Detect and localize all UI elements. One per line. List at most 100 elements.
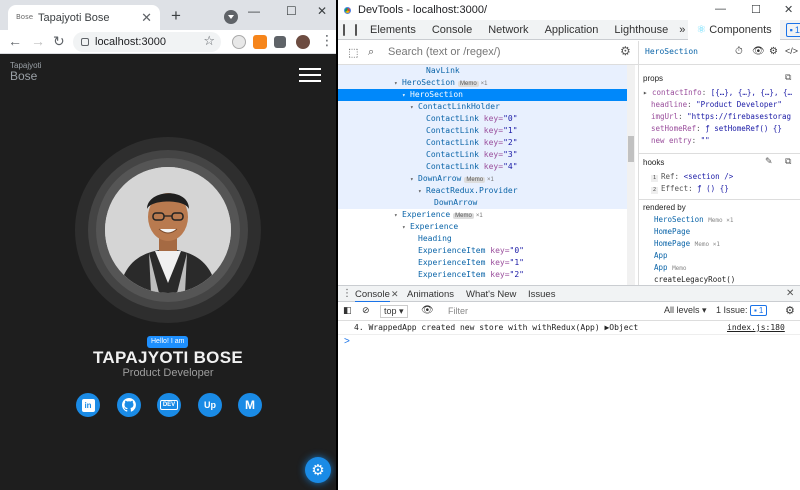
drawer-tab-console[interactable]: Console <box>355 289 390 303</box>
dev-link[interactable]: DEV <box>157 393 181 417</box>
component-tree[interactable]: NavLink ▾ HeroSection Memo ×1 ▾ HeroSection ▾ Co… <box>338 65 628 285</box>
device-toolbar-icon[interactable] <box>355 23 357 36</box>
tab-elements[interactable]: Elements <box>362 20 424 40</box>
back-icon[interactable]: ← <box>8 33 22 49</box>
copy-hooks-icon[interactable]: ⧉ <box>785 156 791 167</box>
drawer-tab-animations[interactable]: Animations <box>407 289 454 300</box>
rendered-by-item[interactable]: HeroSection Memo ×1 <box>654 215 733 224</box>
minimize-icon[interactable]: — <box>248 4 260 18</box>
issues-badge[interactable]: ▪ 1 <box>785 22 800 37</box>
site-logo[interactable]: Tapajyoti Bose <box>10 62 42 83</box>
console-message[interactable]: 4. WrappedApp created new store with wit… <box>354 323 638 332</box>
console-settings-gear-icon[interactable]: ⚙ <box>785 304 795 317</box>
select-element-icon[interactable]: ⬚ <box>348 46 358 59</box>
drawer-tab-issues[interactable]: Issues <box>528 289 555 300</box>
tree-row[interactable]: DownArrow <box>338 197 628 209</box>
prop-row[interactable]: headline: "Product Developer" <box>651 100 782 109</box>
reload-icon[interactable]: ↻ <box>53 33 65 50</box>
drawer-menu-icon[interactable]: ⋮ <box>342 288 352 299</box>
tree-row[interactable]: ▾ HeroSection Memo ×1 <box>338 77 628 89</box>
medium-link[interactable]: M <box>238 393 262 417</box>
parse-hooks-icon[interactable]: ✎ <box>765 156 773 167</box>
log-data-icon[interactable]: ⚙ <box>769 46 778 57</box>
live-expression-eye-icon[interactable]: 👁 <box>421 305 434 316</box>
console-source-link[interactable]: index.js:180 <box>727 323 785 332</box>
tree-row[interactable]: ▾ ReactRedux.Provider <box>338 185 628 197</box>
view-source-icon[interactable]: </> <box>785 46 798 56</box>
suspend-icon[interactable]: ⏱ <box>735 46 743 57</box>
prop-row[interactable]: setHomeRef: ƒ setHomeRef() {} <box>651 124 782 133</box>
tree-row[interactable]: ContactLink key="2" <box>338 137 628 149</box>
browser-menu-icon[interactable]: ⋮ <box>320 32 334 49</box>
close-drawer-icon[interactable]: ✕ <box>786 288 794 299</box>
inspect-element-icon[interactable] <box>343 23 345 36</box>
new-tab-button[interactable]: + <box>171 6 181 26</box>
profile-avatar[interactable] <box>296 35 310 49</box>
tab-lighthouse[interactable]: Lighthouse <box>606 20 676 40</box>
expand-arrow-icon[interactable]: ▸ <box>643 88 652 97</box>
tree-row[interactable]: Heading <box>338 233 628 245</box>
rendered-by-item[interactable]: createLegacyRoot() <box>654 275 735 284</box>
hook-row[interactable]: 2 Effect: ƒ () {} <box>651 184 729 194</box>
clear-console-icon[interactable]: ⊘ <box>362 305 370 316</box>
address-bar[interactable]: localhost:3000 ☆ <box>73 32 221 52</box>
tree-row[interactable]: ExperienceItem key="2" <box>338 269 628 281</box>
linkedin-link[interactable]: in <box>76 393 100 417</box>
tree-scrollbar[interactable] <box>627 65 635 285</box>
console-filter-input[interactable]: Filter <box>448 306 468 316</box>
tree-row[interactable]: ▾ Experience Memo ×1 <box>338 209 628 221</box>
close-window-icon[interactable]: ✕ <box>784 3 793 16</box>
tree-row[interactable]: ContactLink key="4" <box>338 161 628 173</box>
tree-row[interactable]: ContactLink key="3" <box>338 149 628 161</box>
console-prompt[interactable]: > <box>344 336 350 347</box>
prop-row[interactable]: new entry: "" <box>651 136 710 145</box>
tree-row[interactable]: ▾ ContactLinkHolder <box>338 101 628 113</box>
upwork-link[interactable]: Up <box>198 393 222 417</box>
hook-row[interactable]: 1 Ref: <section /> <box>651 172 733 182</box>
close-window-icon[interactable]: ✕ <box>317 4 327 18</box>
bookmark-star-icon[interactable]: ☆ <box>203 33 215 49</box>
tree-row[interactable]: ▾ Experience <box>338 221 628 233</box>
prop-row[interactable]: ▸ contactInfo: [{…}, {…}, {…}, {… <box>643 88 792 97</box>
rendered-by-item[interactable]: HomePage <box>654 227 690 236</box>
log-levels-dropdown[interactable]: All levels ▾ <box>664 305 707 316</box>
extension-ghost-icon[interactable] <box>232 35 246 49</box>
tree-row[interactable]: ▾ HeroSection <box>338 89 628 101</box>
extensions-puzzle-icon[interactable] <box>274 36 286 48</box>
forward-icon[interactable]: → <box>31 33 45 49</box>
settings-fab[interactable]: ⚙ <box>305 457 331 483</box>
show-sidebar-icon[interactable]: ◧ <box>343 305 352 316</box>
prop-row[interactable]: imgUrl: "https://firebasestorag <box>651 112 791 121</box>
browser-tab[interactable]: Bose Tapajyoti Bose ✕ <box>8 5 160 30</box>
tree-row[interactable]: NavLink <box>338 65 628 77</box>
drawer-tab-whats-new[interactable]: What's New <box>466 289 516 300</box>
site-info-icon[interactable] <box>81 38 89 46</box>
hamburger-menu-icon[interactable] <box>299 68 321 82</box>
minimize-icon[interactable]: — <box>715 3 726 15</box>
rendered-by-item[interactable]: HomePage Memo ×1 <box>654 239 720 248</box>
maximize-icon[interactable]: ☐ <box>286 4 297 18</box>
metamask-icon[interactable] <box>253 35 267 49</box>
view-settings-icon[interactable]: ⚙ <box>620 44 631 58</box>
close-drawer-tab-icon[interactable]: ✕ <box>391 289 399 300</box>
tree-scrollbar-thumb[interactable] <box>628 136 634 162</box>
tab-components[interactable]: ⚛ Components <box>688 19 780 40</box>
tree-row[interactable]: ExperienceItem key="1" <box>338 257 628 269</box>
close-tab-icon[interactable]: ✕ <box>141 10 152 26</box>
rendered-by-item[interactable]: App <box>654 251 668 260</box>
tree-row[interactable]: ContactLink key="0" <box>338 113 628 125</box>
tree-row[interactable]: ExperienceItem key="0" <box>338 245 628 257</box>
context-selector[interactable]: top ▾ <box>380 305 408 318</box>
copy-props-icon[interactable]: ⧉ <box>785 72 791 83</box>
issues-counter[interactable]: 1 Issue: ▪ 1 <box>716 305 768 316</box>
rendered-by-item[interactable]: App Memo <box>654 263 687 272</box>
tab-console[interactable]: Console <box>424 20 480 40</box>
github-link[interactable] <box>117 393 141 417</box>
tree-row[interactable]: ▾ DownArrow Memo ×1 <box>338 173 628 185</box>
tree-row[interactable]: ContactLink key="1" <box>338 125 628 137</box>
tab-search-icon[interactable] <box>224 10 238 24</box>
component-search-input[interactable]: Search (text or /regex/) <box>388 46 501 58</box>
tab-application[interactable]: Application <box>537 20 607 40</box>
maximize-icon[interactable]: ☐ <box>751 3 761 16</box>
inspect-dom-icon[interactable]: 👁 <box>752 46 765 57</box>
